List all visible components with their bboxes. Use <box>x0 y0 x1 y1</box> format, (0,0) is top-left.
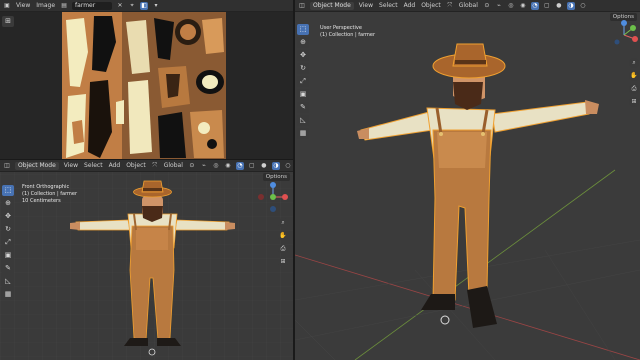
material-shading-icon[interactable]: ◑ <box>271 161 280 170</box>
grid-scale-text: 10 Centimeters <box>22 198 61 204</box>
add-cube-icon[interactable]: ▦ <box>297 128 309 139</box>
menu-select[interactable]: Select <box>378 2 399 10</box>
xray-icon[interactable]: ▢ <box>543 2 551 10</box>
menu-object[interactable]: Object <box>420 2 442 10</box>
blender-window: ▣ View Image ▤ farmer ✕ ⌖ ◧ ▾ ⊞ ◫ Object… <box>0 0 640 360</box>
menu-view[interactable]: View <box>358 2 374 10</box>
menu-select[interactable]: Select <box>83 162 104 170</box>
farmer-front-model <box>70 180 235 356</box>
cursor-icon[interactable]: ⊕ <box>297 37 309 48</box>
scale-icon[interactable]: ⤢ <box>2 237 14 248</box>
view-name-text: Front Orthographic <box>22 184 70 190</box>
navigation-gizmo[interactable] <box>609 20 639 50</box>
snap-icon[interactable]: ⌁ <box>200 162 208 170</box>
front-viewport-pane: ◫ Object Mode View Select Add Object ⤧ G… <box>0 160 293 360</box>
pane-divider-horizontal[interactable] <box>0 159 293 160</box>
tool-shelf: ⬚ ⊕ ✥ ↻ ⤢ ▣ ✎ ◺ ▦ <box>2 185 14 300</box>
pivot-icon[interactable]: ⊙ <box>483 2 491 10</box>
rotate-icon[interactable]: ↻ <box>2 224 14 235</box>
move-icon[interactable]: ✥ <box>2 211 14 222</box>
image-name-field[interactable]: farmer <box>72 1 113 10</box>
zoom-icon[interactable]: ⌕ <box>278 218 288 228</box>
orientation-icon[interactable]: ⤧ <box>151 162 159 170</box>
menu-object[interactable]: Object <box>125 162 147 170</box>
cursor-icon[interactable]: ⊕ <box>2 198 14 209</box>
visibility-icon[interactable]: ◉ <box>519 2 527 10</box>
annotate-icon[interactable]: ✎ <box>2 263 14 274</box>
rendered-shading-icon[interactable]: ○ <box>284 162 292 170</box>
proportional-icon[interactable]: ◎ <box>212 162 220 170</box>
measure-icon[interactable]: ◺ <box>297 115 309 126</box>
viewport-info-overlay: User Perspective (1) Collection | farmer <box>320 25 375 39</box>
image-browse-icon[interactable]: ▤ <box>60 2 68 10</box>
pivot-icon[interactable]: ⊙ <box>188 162 196 170</box>
close-icon[interactable]: ✕ <box>116 2 124 10</box>
select-box-icon[interactable]: ⬚ <box>2 185 14 196</box>
transform-icon[interactable]: ▣ <box>297 89 309 100</box>
menu-view[interactable]: View <box>15 2 31 10</box>
channels-dropdown-icon[interactable]: ▾ <box>152 2 160 10</box>
hand-icon[interactable]: ✋ <box>629 71 639 81</box>
transform-icon[interactable]: ▣ <box>2 250 14 261</box>
view-nav-buttons: ⌕ ✋ ⎙ ⊞ <box>629 58 639 107</box>
orientation-icon[interactable]: ⤧ <box>446 2 454 10</box>
collection-text: (1) Collection | farmer <box>22 191 78 197</box>
camera-icon[interactable]: ⎙ <box>278 244 288 254</box>
camera-icon[interactable]: ⎙ <box>629 84 639 94</box>
uv-editor-header: ▣ View Image ▤ farmer ✕ ⌖ ◧ ▾ <box>0 0 293 12</box>
rotate-icon[interactable]: ↻ <box>297 63 309 74</box>
solid-shading-icon[interactable]: ● <box>260 162 268 170</box>
viewport-info-overlay: Front Orthographic (1) Collection | farm… <box>22 184 77 205</box>
snap-icon[interactable]: ⌁ <box>495 2 503 10</box>
move-icon[interactable]: ✥ <box>297 50 309 61</box>
solid-shading-icon[interactable]: ● <box>555 2 563 10</box>
tool-shelf: ⬚ ⊕ ✥ ↻ ⤢ ▣ ✎ ◺ ▦ <box>297 24 309 139</box>
overlays-icon[interactable]: ◔ <box>235 161 244 170</box>
annotate-icon[interactable]: ✎ <box>297 102 309 113</box>
overlays-icon[interactable]: ◔ <box>530 1 539 10</box>
menu-add[interactable]: Add <box>403 2 417 10</box>
farmer-perspective-model <box>357 43 599 328</box>
menu-image[interactable]: Image <box>35 2 56 10</box>
mode-dropdown[interactable]: Object Mode <box>310 1 354 10</box>
uv-toolbar: ⊞ <box>2 16 14 27</box>
view-name-text: User Perspective <box>320 25 362 31</box>
material-shading-icon[interactable]: ◑ <box>566 1 575 10</box>
pane-divider-vertical[interactable] <box>293 0 295 360</box>
transform-orientation-dropdown[interactable]: Global <box>458 2 479 10</box>
select-box-icon[interactable]: ⬚ <box>297 24 309 35</box>
menu-add[interactable]: Add <box>108 162 122 170</box>
editor-type-icon[interactable]: ▣ <box>3 2 11 10</box>
navigation-gizmo[interactable] <box>258 182 288 212</box>
grid-icon[interactable]: ⊞ <box>629 97 639 107</box>
xray-icon[interactable]: ▢ <box>248 162 256 170</box>
hand-icon[interactable]: ✋ <box>278 231 288 241</box>
menu-view[interactable]: View <box>63 162 79 170</box>
pin-icon[interactable]: ⌖ <box>128 2 136 10</box>
perspective-viewport-pane: ◫ Object Mode View Select Add Object ⤧ G… <box>295 0 640 360</box>
grid-icon[interactable]: ⊞ <box>2 16 14 27</box>
zoom-icon[interactable]: ⌕ <box>629 58 639 68</box>
editor-type-icon[interactable]: ◫ <box>298 2 306 10</box>
measure-icon[interactable]: ◺ <box>2 276 14 287</box>
display-channels-icon[interactable]: ◧ <box>140 1 149 10</box>
texture-image <box>62 12 226 159</box>
options-dropdown[interactable]: Options <box>262 173 290 181</box>
add-cube-icon[interactable]: ▦ <box>2 289 14 300</box>
rendered-shading-icon[interactable]: ○ <box>579 2 587 10</box>
visibility-icon[interactable]: ◉ <box>224 162 232 170</box>
view-nav-buttons: ⌕ ✋ ⎙ ⊞ <box>278 218 288 267</box>
mode-dropdown[interactable]: Object Mode <box>15 161 59 170</box>
front-viewport-header: ◫ Object Mode View Select Add Object ⤧ G… <box>0 160 293 172</box>
grid-icon[interactable]: ⊞ <box>278 257 288 267</box>
editor-type-icon[interactable]: ◫ <box>3 162 11 170</box>
uv-editor-pane: ▣ View Image ▤ farmer ✕ ⌖ ◧ ▾ ⊞ <box>0 0 293 159</box>
scale-icon[interactable]: ⤢ <box>297 76 309 87</box>
proportional-icon[interactable]: ◎ <box>507 2 515 10</box>
perspective-viewport-header: ◫ Object Mode View Select Add Object ⤧ G… <box>295 0 640 12</box>
transform-orientation-dropdown[interactable]: Global <box>163 162 184 170</box>
